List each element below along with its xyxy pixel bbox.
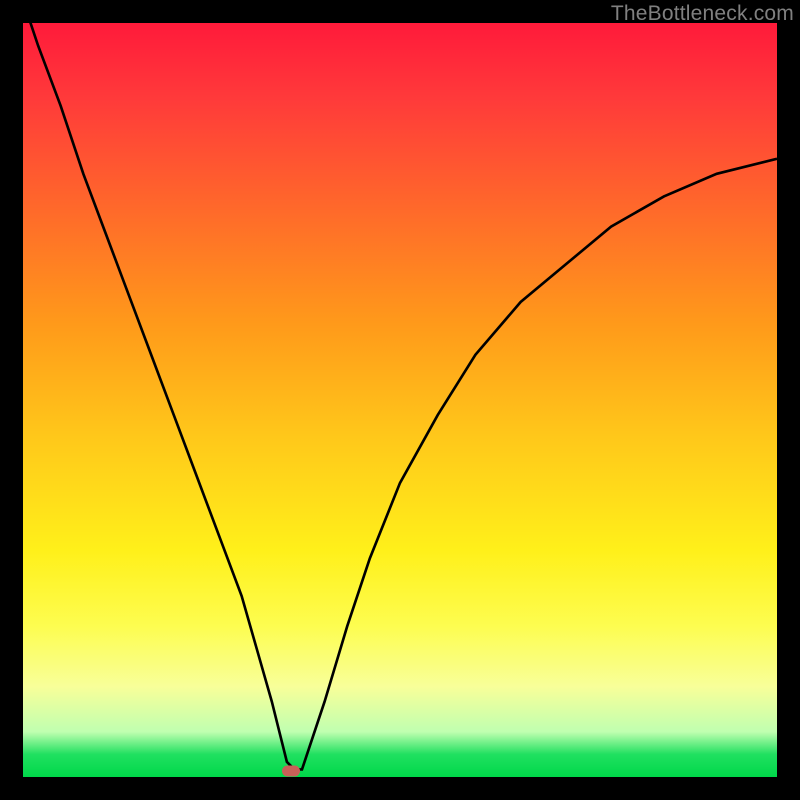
chart-frame: TheBottleneck.com bbox=[0, 0, 800, 800]
watermark-text: TheBottleneck.com bbox=[611, 2, 794, 26]
optimal-point-marker bbox=[282, 765, 300, 776]
bottleneck-curve bbox=[23, 23, 777, 769]
curve-svg bbox=[23, 23, 777, 777]
plot-area bbox=[23, 23, 777, 777]
